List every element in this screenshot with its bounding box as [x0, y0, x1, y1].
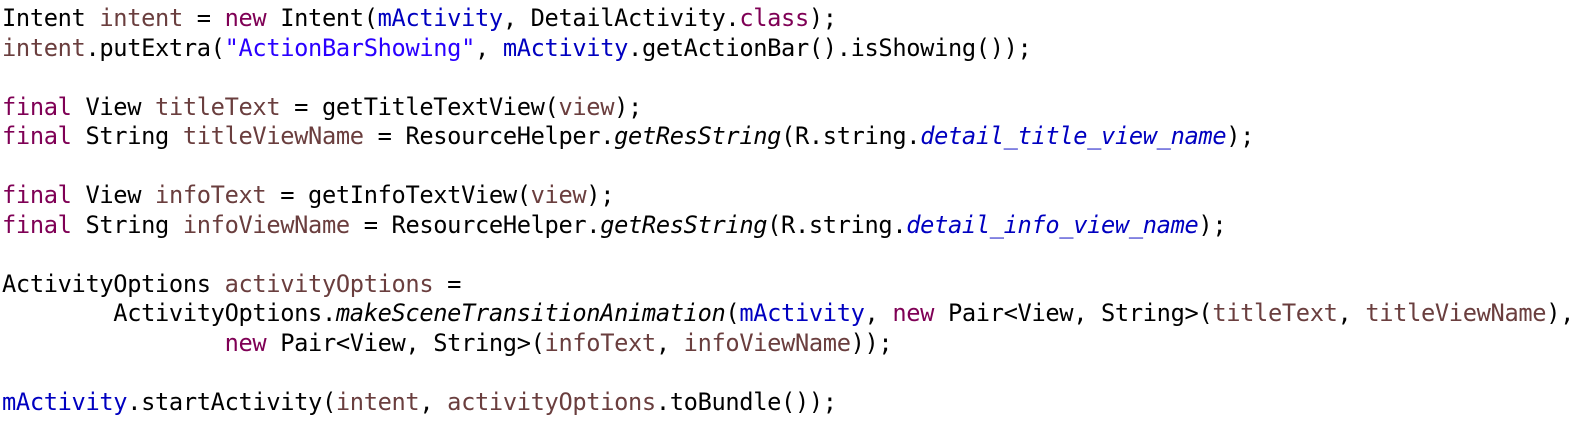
code-token-plain: ); — [1226, 122, 1255, 150]
code-token-plain: ); — [1198, 210, 1227, 239]
code-token-plain: (R.string. — [767, 210, 907, 239]
code-token-kw: final — [2, 210, 72, 239]
code-line[interactable]: final String infoViewName = ResourceHelp… — [2, 211, 1574, 241]
code-line[interactable]: intent.putExtra("ActionBarShowing", mAct… — [2, 34, 1574, 64]
code-token-plain: = ResourceHelper. — [349, 210, 601, 239]
code-token-str: "ActionBarShowing" — [224, 33, 476, 62]
code-line[interactable]: final View infoText = getInfoTextView(vi… — [2, 181, 1574, 211]
code-token-local: titleText — [155, 92, 281, 121]
code-token-plain: = — [182, 4, 225, 32]
code-token-plain: = ResourceHelper. — [363, 122, 615, 150]
code-token-local: intent — [335, 387, 420, 416]
code-token-plain: ActivityOptions. — [2, 299, 336, 327]
code-line-empty[interactable] — [2, 63, 1574, 93]
code-token-local: intent — [2, 33, 86, 62]
code-token-plain: (R.string. — [781, 122, 921, 150]
code-token-local: view — [558, 92, 615, 121]
code-token-kw: class — [739, 4, 809, 32]
code-token-kw: final — [2, 181, 72, 209]
code-token-plain: Intent( — [266, 4, 378, 32]
code-token-plain: = getInfoTextView( — [266, 181, 531, 209]
code-token-kw: final — [2, 92, 72, 121]
code-token-plain: .toBundle()); — [655, 387, 837, 416]
code-token-plain: , — [1337, 299, 1366, 327]
code-token-kw: new — [224, 4, 267, 32]
code-token-plain: View — [71, 181, 156, 209]
code-token-plain: String — [71, 210, 183, 239]
code-token-local: view — [530, 181, 587, 209]
code-token-local: activityOptions — [447, 387, 656, 416]
code-token-local: titleViewName — [182, 122, 364, 150]
code-token-field: mActivity — [2, 387, 128, 416]
code-block[interactable]: Intent intent = new Intent(mActivity, De… — [2, 4, 1574, 417]
code-token-plain: ActivityOptions — [2, 269, 225, 298]
code-line[interactable]: new Pair<View, String>(infoText, infoVie… — [2, 329, 1574, 359]
code-line[interactable]: mActivity.startActivity(intent, activity… — [2, 388, 1574, 418]
code-token-kw: new — [892, 299, 935, 327]
code-editor[interactable]: Intent intent = new Intent(mActivity, De… — [0, 0, 1590, 434]
code-token-kw: new — [224, 328, 267, 357]
code-token-plain: .getActionBar().isShowing()); — [628, 33, 1032, 62]
code-token-local: infoViewName — [182, 210, 350, 239]
code-token-plain: .startActivity( — [127, 387, 336, 416]
code-token-local: infoViewName — [683, 328, 851, 357]
code-token-plain: String — [71, 122, 183, 150]
code-token-plain: ), — [1546, 299, 1575, 327]
code-token-plain: , — [419, 387, 448, 416]
code-token-local: titleViewName — [1365, 299, 1547, 327]
code-token-field: mActivity — [739, 299, 865, 327]
code-token-field: mActivity — [377, 4, 504, 32]
code-token-plain: View — [71, 92, 156, 121]
code-token-italic: makeSceneTransitionAnimation — [335, 299, 726, 327]
code-token-plain: Pair<View, String>( — [934, 299, 1213, 327]
code-token-static: detail_title_view_name — [920, 122, 1227, 150]
code-token-plain: ( — [725, 299, 740, 327]
code-token-italic: getResString — [600, 210, 768, 239]
code-token-plain: )); — [850, 328, 893, 357]
code-token-plain: = getTitleTextView( — [280, 92, 559, 121]
code-token-local: activityOptions — [224, 269, 434, 298]
code-token-plain: , DetailActivity. — [502, 4, 740, 32]
code-token-field: mActivity — [502, 33, 629, 62]
code-token-plain: Pair<View, String>( — [266, 328, 545, 357]
code-line[interactable]: final String titleViewName = ResourceHel… — [2, 122, 1574, 152]
code-token-plain: = — [433, 269, 462, 298]
code-line-empty[interactable] — [2, 152, 1574, 182]
code-line[interactable]: final View titleText = getTitleTextView(… — [2, 93, 1574, 123]
code-token-static: detail_info_view_name — [906, 210, 1199, 239]
code-token-italic: getResString — [614, 122, 782, 150]
code-token-local: infoText — [155, 181, 267, 209]
code-line-empty[interactable] — [2, 240, 1574, 270]
code-line-empty[interactable] — [2, 358, 1574, 388]
code-token-plain: , — [864, 299, 893, 327]
code-token-local: intent — [99, 4, 183, 32]
code-token-plain: ); — [614, 92, 642, 121]
code-token-plain: , — [655, 328, 684, 357]
code-line[interactable]: ActivityOptions activityOptions = — [2, 270, 1574, 300]
code-token-local: infoText — [544, 328, 657, 357]
code-token-plain: .putExtra( — [85, 33, 225, 62]
code-token-kw: final — [2, 122, 72, 150]
code-token-plain: Intent — [2, 4, 100, 32]
code-token-plain: ); — [586, 181, 615, 209]
code-line[interactable]: ActivityOptions.makeSceneTransitionAnima… — [2, 299, 1574, 329]
code-token-plain: , — [475, 33, 503, 62]
code-token-local: titleText — [1212, 299, 1338, 327]
code-line[interactable]: Intent intent = new Intent(mActivity, De… — [2, 4, 1574, 34]
code-token-plain: ); — [808, 4, 837, 32]
